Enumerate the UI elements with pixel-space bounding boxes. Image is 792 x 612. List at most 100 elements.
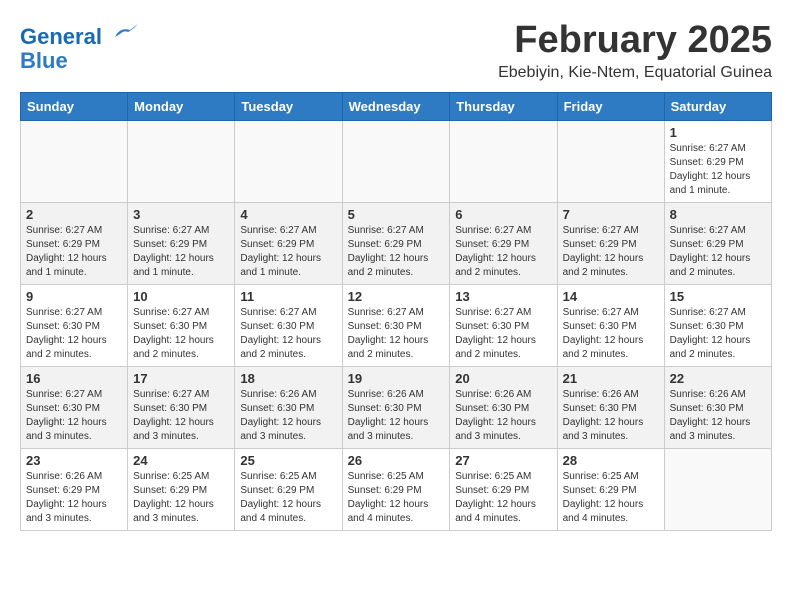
day-info: Sunrise: 6:27 AM Sunset: 6:30 PM Dayligh… xyxy=(240,306,336,362)
day-info: Sunrise: 6:27 AM Sunset: 6:30 PM Dayligh… xyxy=(670,306,766,362)
day-info: Sunrise: 6:27 AM Sunset: 6:29 PM Dayligh… xyxy=(670,142,766,198)
calendar-table: SundayMondayTuesdayWednesdayThursdayFrid… xyxy=(20,92,772,531)
calendar-day-cell: 1 Sunrise: 6:27 AM Sunset: 6:29 PM Daylig… xyxy=(664,120,771,202)
calendar-day-cell: 14 Sunrise: 6:27 AM Sunset: 6:30 PM Dayli… xyxy=(557,284,664,366)
day-number: 11 xyxy=(240,289,336,304)
day-number: 3 xyxy=(133,207,229,222)
day-info: Sunrise: 6:25 AM Sunset: 6:29 PM Dayligh… xyxy=(240,470,336,526)
calendar-day-cell xyxy=(557,120,664,202)
calendar-day-cell: 4 Sunrise: 6:27 AM Sunset: 6:29 PM Daylig… xyxy=(235,202,342,284)
day-number: 4 xyxy=(240,207,336,222)
day-info: Sunrise: 6:27 AM Sunset: 6:29 PM Dayligh… xyxy=(670,224,766,280)
calendar-day-cell: 17Sunrise: 6:27 AM Sunset: 6:30 PM Dayli… xyxy=(128,366,235,448)
calendar-header-row: SundayMondayTuesdayWednesdayThursdayFrid… xyxy=(21,92,772,120)
calendar-day-cell: 10 Sunrise: 6:27 AM Sunset: 6:30 PM Dayli… xyxy=(128,284,235,366)
day-number: 21 xyxy=(563,371,659,386)
calendar-week-row: 9 Sunrise: 6:27 AM Sunset: 6:30 PM Daylig… xyxy=(21,284,772,366)
day-number: 9 xyxy=(26,289,122,304)
day-info: Sunrise: 6:27 AM Sunset: 6:30 PM Dayligh… xyxy=(455,306,551,362)
day-number: 19 xyxy=(348,371,445,386)
calendar-week-row: 23Sunrise: 6:26 AM Sunset: 6:29 PM Dayli… xyxy=(21,448,772,530)
day-info: Sunrise: 6:25 AM Sunset: 6:29 PM Dayligh… xyxy=(348,470,445,526)
calendar-header-wednesday: Wednesday xyxy=(342,92,450,120)
day-number: 16 xyxy=(26,371,122,386)
calendar-day-cell xyxy=(664,448,771,530)
day-number: 20 xyxy=(455,371,551,386)
location-title: Ebebiyin, Kie-Ntem, Equatorial Guinea xyxy=(498,64,772,82)
title-block: February 2025 Ebebiyin, Kie-Ntem, Equato… xyxy=(498,20,772,82)
calendar-day-cell: 22 Sunrise: 6:26 AM Sunset: 6:30 PM Dayli… xyxy=(664,366,771,448)
day-info: Sunrise: 6:27 AM Sunset: 6:30 PM Dayligh… xyxy=(348,306,445,362)
calendar-day-cell xyxy=(342,120,450,202)
calendar-day-cell: 27 Sunrise: 6:25 AM Sunset: 6:29 PM Dayli… xyxy=(450,448,557,530)
logo-general: General xyxy=(20,24,102,49)
calendar-day-cell: 11 Sunrise: 6:27 AM Sunset: 6:30 PM Dayli… xyxy=(235,284,342,366)
calendar-day-cell: 2 Sunrise: 6:27 AM Sunset: 6:29 PM Daylig… xyxy=(21,202,128,284)
day-number: 27 xyxy=(455,453,551,468)
day-number: 6 xyxy=(455,207,551,222)
day-number: 2 xyxy=(26,207,122,222)
calendar-day-cell: 6 Sunrise: 6:27 AM Sunset: 6:29 PM Daylig… xyxy=(450,202,557,284)
calendar-day-cell: 19 Sunrise: 6:26 AM Sunset: 6:30 PM Dayli… xyxy=(342,366,450,448)
calendar-day-cell: 12Sunrise: 6:27 AM Sunset: 6:30 PM Dayli… xyxy=(342,284,450,366)
day-info: Sunrise: 6:27 AM Sunset: 6:30 PM Dayligh… xyxy=(133,306,229,362)
calendar-day-cell: 3 Sunrise: 6:27 AM Sunset: 6:29 PM Daylig… xyxy=(128,202,235,284)
day-number: 13 xyxy=(455,289,551,304)
day-number: 18 xyxy=(240,371,336,386)
calendar-header-tuesday: Tuesday xyxy=(235,92,342,120)
day-info: Sunrise: 6:27 AM Sunset: 6:29 PM Dayligh… xyxy=(348,224,445,280)
day-number: 26 xyxy=(348,453,445,468)
calendar-day-cell xyxy=(235,120,342,202)
calendar-day-cell xyxy=(450,120,557,202)
calendar-header-friday: Friday xyxy=(557,92,664,120)
day-number: 8 xyxy=(670,207,766,222)
day-info: Sunrise: 6:25 AM Sunset: 6:29 PM Dayligh… xyxy=(455,470,551,526)
logo-blue: Blue xyxy=(20,48,68,73)
calendar-day-cell: 16 Sunrise: 6:27 AM Sunset: 6:30 PM Dayli… xyxy=(21,366,128,448)
calendar-day-cell: 13 Sunrise: 6:27 AM Sunset: 6:30 PM Dayli… xyxy=(450,284,557,366)
calendar-header-sunday: Sunday xyxy=(21,92,128,120)
calendar-day-cell xyxy=(128,120,235,202)
page-header: General Blue February 2025 Ebebiyin, Kie… xyxy=(20,20,772,82)
day-number: 5 xyxy=(348,207,445,222)
day-info: Sunrise: 6:27 AM Sunset: 6:30 PM Dayligh… xyxy=(26,306,122,362)
calendar-day-cell: 20 Sunrise: 6:26 AM Sunset: 6:30 PM Dayli… xyxy=(450,366,557,448)
logo-bird-icon xyxy=(110,20,140,44)
day-number: 28 xyxy=(563,453,659,468)
logo: General Blue xyxy=(20,25,140,73)
day-number: 15 xyxy=(670,289,766,304)
day-number: 10 xyxy=(133,289,229,304)
calendar-week-row: 1 Sunrise: 6:27 AM Sunset: 6:29 PM Daylig… xyxy=(21,120,772,202)
day-info: Sunrise: 6:26 AM Sunset: 6:30 PM Dayligh… xyxy=(670,388,766,444)
day-info: Sunrise: 6:27 AM Sunset: 6:30 PM Dayligh… xyxy=(563,306,659,362)
day-info: Sunrise: 6:27 AM Sunset: 6:29 PM Dayligh… xyxy=(563,224,659,280)
day-info: Sunrise: 6:27 AM Sunset: 6:30 PM Dayligh… xyxy=(133,388,229,444)
calendar-week-row: 16 Sunrise: 6:27 AM Sunset: 6:30 PM Dayli… xyxy=(21,366,772,448)
calendar-day-cell: 24Sunrise: 6:25 AM Sunset: 6:29 PM Dayli… xyxy=(128,448,235,530)
calendar-header-monday: Monday xyxy=(128,92,235,120)
calendar-day-cell xyxy=(21,120,128,202)
calendar-day-cell: 9 Sunrise: 6:27 AM Sunset: 6:30 PM Daylig… xyxy=(21,284,128,366)
day-info: Sunrise: 6:27 AM Sunset: 6:30 PM Dayligh… xyxy=(26,388,122,444)
day-info: Sunrise: 6:27 AM Sunset: 6:29 PM Dayligh… xyxy=(240,224,336,280)
calendar-header-saturday: Saturday xyxy=(664,92,771,120)
day-info: Sunrise: 6:26 AM Sunset: 6:30 PM Dayligh… xyxy=(240,388,336,444)
calendar-day-cell: 5 Sunrise: 6:27 AM Sunset: 6:29 PM Daylig… xyxy=(342,202,450,284)
day-info: Sunrise: 6:25 AM Sunset: 6:29 PM Dayligh… xyxy=(563,470,659,526)
day-info: Sunrise: 6:26 AM Sunset: 6:30 PM Dayligh… xyxy=(455,388,551,444)
day-number: 7 xyxy=(563,207,659,222)
day-info: Sunrise: 6:27 AM Sunset: 6:29 PM Dayligh… xyxy=(455,224,551,280)
day-number: 1 xyxy=(670,125,766,140)
calendar-day-cell: 21 Sunrise: 6:26 AM Sunset: 6:30 PM Dayli… xyxy=(557,366,664,448)
calendar-day-cell: 28 Sunrise: 6:25 AM Sunset: 6:29 PM Dayli… xyxy=(557,448,664,530)
day-info: Sunrise: 6:26 AM Sunset: 6:30 PM Dayligh… xyxy=(563,388,659,444)
day-info: Sunrise: 6:25 AM Sunset: 6:29 PM Dayligh… xyxy=(133,470,229,526)
day-number: 22 xyxy=(670,371,766,386)
calendar-day-cell: 15 Sunrise: 6:27 AM Sunset: 6:30 PM Dayli… xyxy=(664,284,771,366)
day-info: Sunrise: 6:27 AM Sunset: 6:29 PM Dayligh… xyxy=(133,224,229,280)
day-info: Sunrise: 6:26 AM Sunset: 6:30 PM Dayligh… xyxy=(348,388,445,444)
day-info: Sunrise: 6:27 AM Sunset: 6:29 PM Dayligh… xyxy=(26,224,122,280)
day-number: 14 xyxy=(563,289,659,304)
day-info: Sunrise: 6:26 AM Sunset: 6:29 PM Dayligh… xyxy=(26,470,122,526)
calendar-day-cell: 23Sunrise: 6:26 AM Sunset: 6:29 PM Dayli… xyxy=(21,448,128,530)
